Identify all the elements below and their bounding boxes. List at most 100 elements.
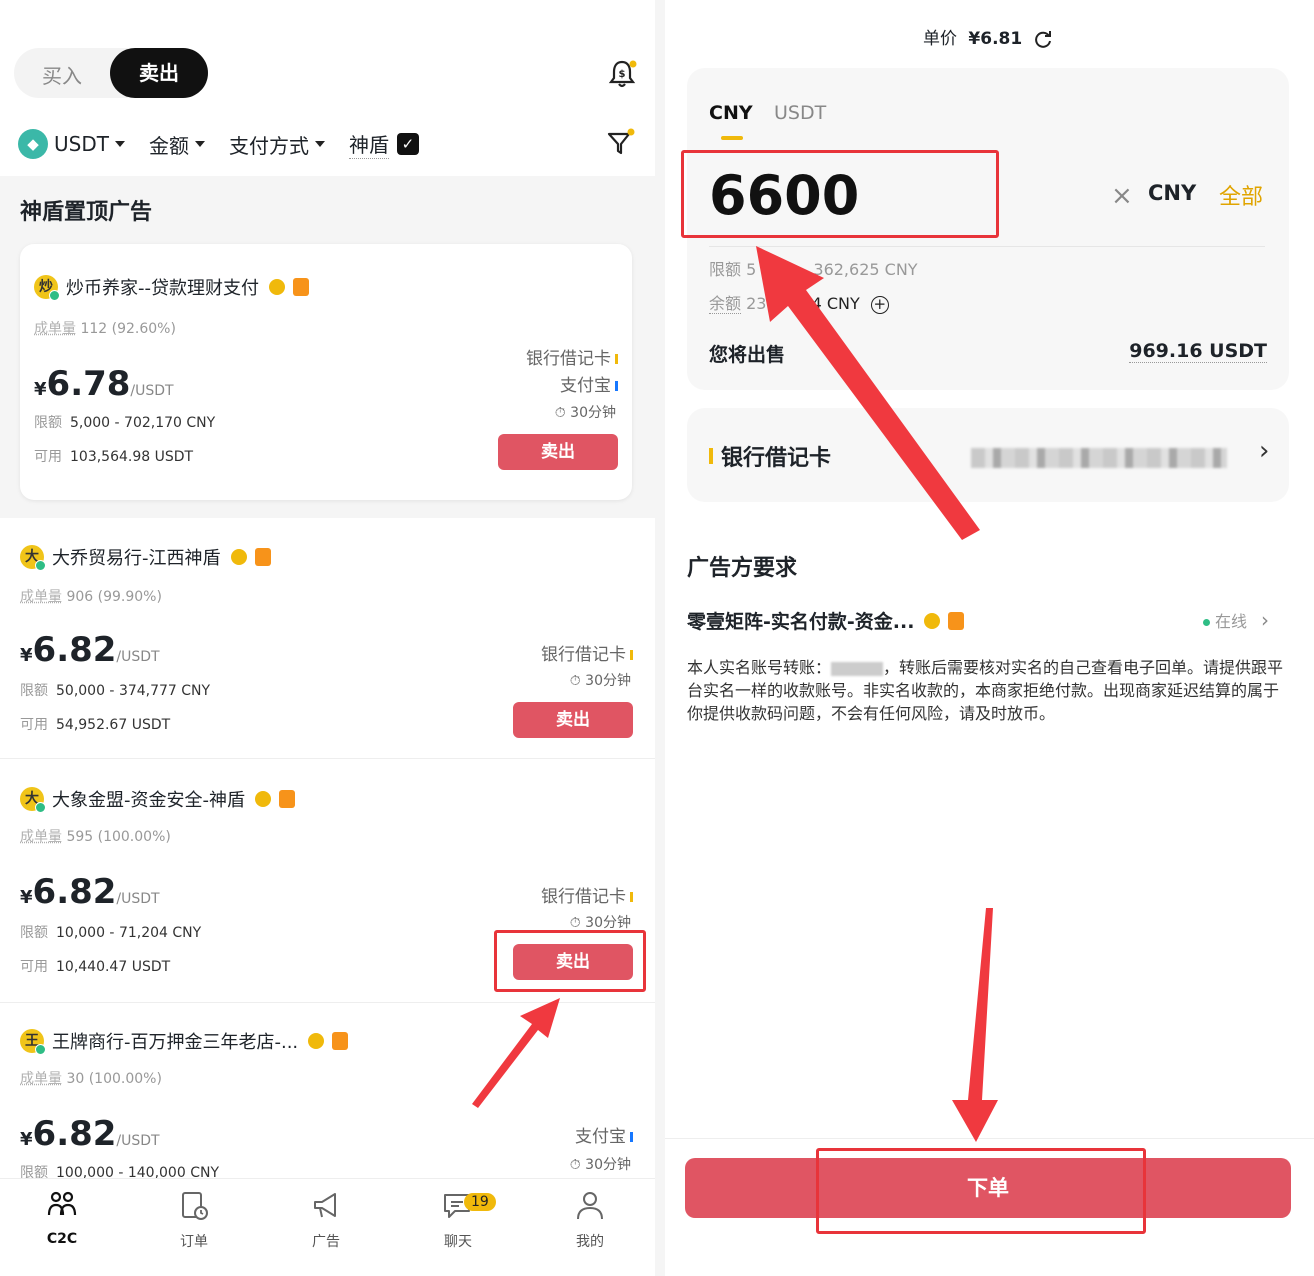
limit-text: 限额 100,000 - 140,000 CNY xyxy=(20,1165,219,1178)
usdt-logo-icon: ◆ xyxy=(18,129,48,159)
payment-filter[interactable]: 支付方式 xyxy=(229,130,325,159)
payment-time: ⏱ 30分钟 xyxy=(554,405,616,421)
filter-icon[interactable] xyxy=(604,126,636,158)
payment-filter-label: 支付方式 xyxy=(228,133,309,158)
merchant-row[interactable]: 王 王牌商行-百万押金三年老店-... xyxy=(20,1028,349,1055)
checkbox-checked-icon[interactable]: ✓ xyxy=(396,133,419,155)
buy-sell-toggle[interactable]: 买入 卖出 xyxy=(14,48,208,98)
online-status[interactable]: 在线 › xyxy=(1203,608,1269,632)
payment-time: ⏱ 30分钟 xyxy=(569,673,631,689)
shield-badge-icon xyxy=(279,790,295,808)
account-number-redacted xyxy=(971,448,1227,468)
merchant-name: 大象金盟-资金安全-神盾 xyxy=(52,790,245,811)
payment-method: 银行借记卡 xyxy=(541,640,633,665)
refresh-icon[interactable] xyxy=(1032,28,1054,50)
tab-label: 我的 xyxy=(576,1234,604,1250)
shield-filter[interactable]: 神盾 ✓ xyxy=(348,129,419,159)
sell-tab[interactable]: 卖出 xyxy=(110,48,208,98)
unit-price-label: 单价 xyxy=(923,29,957,49)
user-icon xyxy=(577,1192,603,1220)
merchant-row[interactable]: 大 大乔贸易行-江西神盾 xyxy=(20,544,271,571)
order-icon xyxy=(182,1192,208,1220)
tab-profile[interactable]: 我的 xyxy=(550,1189,630,1251)
tab-label: 广告 xyxy=(312,1234,340,1250)
merchant-row[interactable]: 炒 炒币养家--贷款理财支付 xyxy=(34,274,309,301)
merchant-remark: 本人实名账号转账： ，转账后需要核对实名的自己查看电子回单。请提供跟平台实名一样的… xyxy=(687,658,1284,723)
tab-c2c[interactable]: C2C xyxy=(22,1189,102,1247)
payment-time: ⏱ 30分钟 xyxy=(569,1157,631,1173)
tab-label: C2C xyxy=(46,1231,78,1247)
sell-button[interactable]: 卖出 xyxy=(513,702,633,738)
trade-count: 成单量 906 (99.90%) xyxy=(20,589,162,605)
bottom-tab-bar: C2C 订单 广告 聊天 19 我的 xyxy=(0,1178,655,1276)
add-icon[interactable]: + xyxy=(870,295,889,314)
merchant-name: 王牌商行-百万押金三年老店-... xyxy=(52,1032,299,1053)
payment-method: 银行借记卡 xyxy=(541,882,633,907)
avatar: 炒 xyxy=(34,275,60,301)
avatar: 王 xyxy=(20,1029,46,1055)
unit-price: 单价 ¥6.81 xyxy=(923,24,1054,50)
highlight-box xyxy=(681,150,999,238)
balance-text: 余额 23 4 CNY + xyxy=(709,290,889,314)
svg-text:$: $ xyxy=(619,69,626,80)
payment-marker xyxy=(709,448,713,464)
merchant-row[interactable]: 大 大象金盟-资金安全-神盾 xyxy=(20,786,295,813)
chevron-down-icon xyxy=(194,141,205,147)
megaphone-icon xyxy=(314,1193,336,1218)
available-text: 可用 103,564.98 USDT xyxy=(34,449,194,465)
c2c-icon xyxy=(47,1191,77,1216)
merchant-name: 零壹矩阵-实名付款-资金... xyxy=(687,611,915,633)
shield-badge-icon xyxy=(293,278,309,296)
verified-badge-icon xyxy=(308,1033,325,1049)
buy-tab[interactable]: 买入 xyxy=(42,60,82,89)
shield-badge-icon xyxy=(254,548,271,566)
payment-method-selector[interactable]: 银行借记卡 › xyxy=(687,408,1289,502)
shield-filter-label: 神盾 xyxy=(348,129,389,159)
payment-method: 支付宝 xyxy=(575,1122,633,1147)
shield-badge-icon xyxy=(948,611,965,630)
merchant-name: 大乔贸易行-江西神盾 xyxy=(52,548,221,569)
trade-count: 成单量 30 (100.00%) xyxy=(20,1071,162,1087)
tab-cny[interactable]: CNY xyxy=(709,102,753,124)
verified-badge-icon xyxy=(255,791,271,807)
screenshot-divider xyxy=(655,0,665,1276)
chevron-right-icon: › xyxy=(1261,608,1270,632)
payment-method: 支付宝 xyxy=(560,371,618,396)
divider xyxy=(665,1138,1314,1139)
offer-list-screen: 买入 卖出 $ ◆ USDT 金额 支付方式 神盾 ✓ 神盾置顶广告 炒 炒币养… xyxy=(0,0,655,1276)
verified-badge-icon xyxy=(269,279,285,295)
coin-filter[interactable]: ◆ USDT xyxy=(18,129,125,159)
tab-usdt[interactable]: USDT xyxy=(774,102,826,124)
limit-text: 限额 5 362,625 CNY xyxy=(709,260,918,279)
limit-text: 限额 10,000 - 71,204 CNY xyxy=(20,925,202,941)
price: ¥6.82/USDT xyxy=(20,630,160,670)
trade-count: 成单量 112 (92.60%) xyxy=(34,321,176,337)
divider xyxy=(0,758,655,759)
ad-card: 王 王牌商行-百万押金三年老店-... 成单量 30 (100.00%) ¥6.… xyxy=(0,1004,655,1178)
tab-chat[interactable]: 聊天 19 xyxy=(418,1189,498,1251)
shield-badge-icon xyxy=(332,1032,349,1050)
online-dot-icon xyxy=(1203,619,1210,626)
payment-method: 银行借记卡 xyxy=(526,344,618,369)
tab-orders[interactable]: 订单 xyxy=(154,1189,234,1251)
will-sell-label: 您将出售 xyxy=(709,344,786,366)
unit-price-value: ¥6.81 xyxy=(968,29,1023,49)
limit-text: 限额 50,000 - 374,777 CNY xyxy=(20,683,211,699)
bell-icon[interactable]: $ xyxy=(606,58,638,90)
coin-filter-label: USDT xyxy=(54,132,109,156)
merchant-name: 炒币养家--贷款理财支付 xyxy=(66,278,259,299)
avatar: 大 xyxy=(20,545,46,571)
payment-method-label: 银行借记卡 xyxy=(721,446,832,471)
currency-label: CNY xyxy=(1148,181,1197,205)
highlight-box xyxy=(816,1148,1146,1234)
amount-filter[interactable]: 金额 xyxy=(149,130,205,159)
tab-ads[interactable]: 广告 xyxy=(286,1189,366,1251)
clear-icon[interactable]: × xyxy=(1111,181,1133,211)
all-button[interactable]: 全部 xyxy=(1219,179,1263,211)
limit-text: 限额 5,000 - 702,170 CNY xyxy=(34,415,216,431)
chevron-right-icon: › xyxy=(1259,436,1270,466)
merchant-row[interactable]: 零壹矩阵-实名付款-资金... xyxy=(687,607,965,634)
ad-card: 炒 炒币养家--贷款理财支付 成单量 112 (92.60%) ¥6.78/US… xyxy=(20,244,632,500)
requirements-title: 广告方要求 xyxy=(687,556,798,581)
sell-button[interactable]: 卖出 xyxy=(498,434,618,470)
